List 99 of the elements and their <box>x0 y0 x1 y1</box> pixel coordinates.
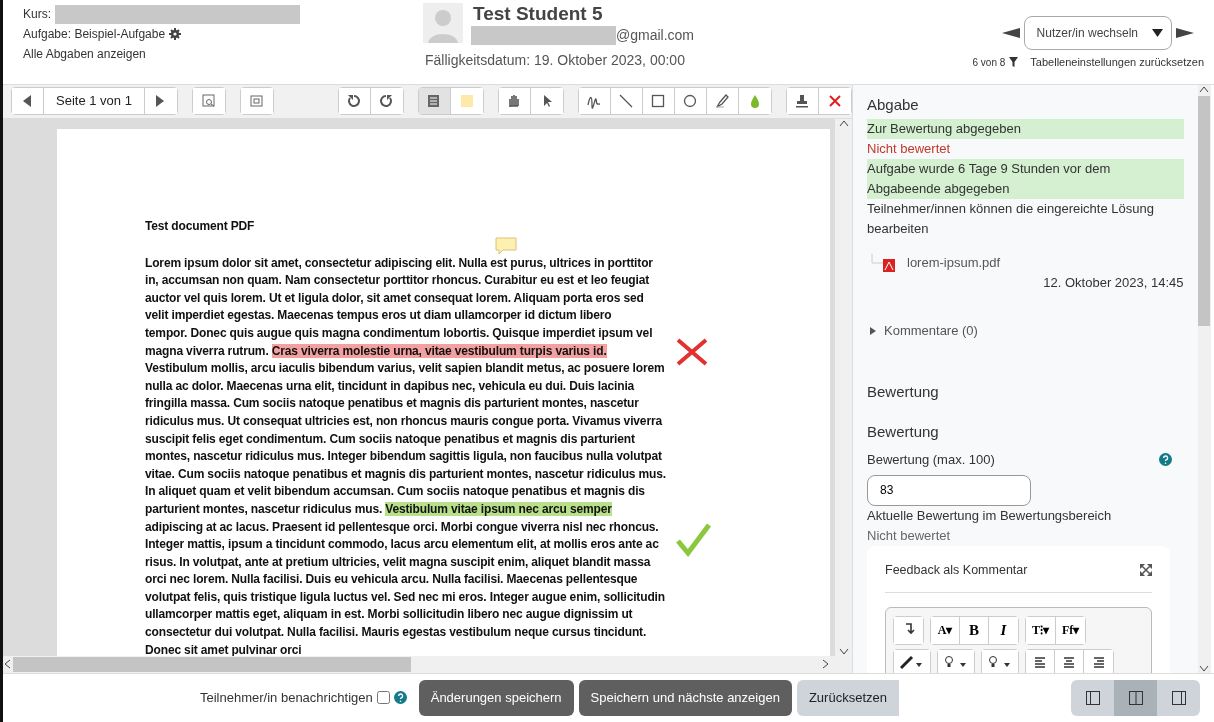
search-page-icon <box>200 93 217 110</box>
next-arrow-icon[interactable] <box>1176 28 1194 38</box>
pen-button[interactable] <box>578 88 611 115</box>
current-grade-value: Nicht bewertet <box>867 526 952 545</box>
save-next-button[interactable]: Speichern und nächste anzeigen <box>578 680 792 716</box>
document-line: montes, nascetur ridiculus mus. Integer bibendum sagittis ligula, non faucibus nulla volutpat <box>145 448 662 466</box>
help-icon[interactable] <box>393 691 407 705</box>
document-line: suscipit felis eget condimentum. Cum sociis natoque penatibus et magnis dis parturient <box>145 430 635 448</box>
section-heading: Bewertung <box>867 381 940 402</box>
reset-link[interactable]: Tabelleneinstellungen zurücksetzen <box>1030 54 1204 71</box>
rectangle-icon <box>650 93 667 110</box>
expand-icon <box>248 93 265 110</box>
due-date: Fälligkeitsdatum: 19. Oktober 2023, 00:00 <box>425 51 686 70</box>
indent-button[interactable] <box>894 616 923 644</box>
cross-mark-icon <box>675 336 709 367</box>
all-submissions-link[interactable]: Alle Abgaben anzeigen <box>23 47 146 61</box>
help-icon[interactable] <box>1158 453 1172 467</box>
document-line: volutpat felis, quis tristique ligula luctus vel. Sed nec mi eros. Integer augue enim, sollicitudin <box>145 588 665 606</box>
scroll-down-icon <box>1199 664 1210 673</box>
document-line: in, accumsan non quam. Nam consectetur porttitor rhoncus. Curabitur eu est et leo feugiat <box>145 272 650 290</box>
layout-button[interactable] <box>1114 679 1157 716</box>
email-text: @gmail.com <box>616 26 694 45</box>
comment-bubble-icon <box>495 236 517 255</box>
previous-arrow-icon[interactable] <box>1001 28 1020 38</box>
document-line: auctor vel quis lorem. Ut et ligula dolor, sit amet consequat lorem. Aliquam porta eros sed <box>145 289 644 307</box>
document-text: parturient montes, nascetur ridiculus mus. <box>145 501 383 516</box>
document-line: adipiscing at ac lacus. Praesent id pellentesque orci. Morbi congue viverra nisl nec rhoncus. <box>145 518 659 536</box>
search-page-button[interactable] <box>192 88 225 115</box>
section-heading: Bewertung <box>867 421 940 442</box>
color-swatch-icon <box>458 93 475 110</box>
document-line: Vestibulum mollis, arcu iaculis bibendum varius, velit sapien blandit metus, ac posuere lorem <box>145 360 665 378</box>
grade-label: Bewertung (max. 100) <box>867 450 995 469</box>
count-text: 6 von 8 <box>972 55 1006 70</box>
current-grade-label: Aktuelle Bewertung im Bewertungsbereich <box>867 506 1113 525</box>
course-label: Kurs: <box>23 6 51 23</box>
right-panel-icon <box>1171 690 1186 705</box>
section-heading: Abgabe <box>867 94 920 115</box>
comments-toggle[interactable]: Kommentare (0) <box>867 320 1184 341</box>
document-line: orci nec lorem. Nulla facilisi. Duis eu vehicula arcu. Nulla facilisi. Maecenas pellentesque <box>145 571 638 589</box>
document-line: ridiculus mus. Ut consequat ultricies est, non rhoncus mauris congue porta. Vivamus viverra <box>145 412 662 430</box>
document-text: magna viverra rutrum. <box>145 343 269 358</box>
status-text: Aufgabe wurde 6 Tage 9 Stunden vor dem Abgabeende abgegeben <box>867 158 1184 199</box>
scroll-up-icon[interactable] <box>1199 84 1210 93</box>
highlighted-text: Vestibulum vitae ipsum nec arcu semper <box>385 501 612 516</box>
highlighted-text: Cras viverra molestie urna, vitae vestibulum turpis varius id. <box>271 343 607 358</box>
student-name: Test Student 5 <box>473 3 604 25</box>
reset-button[interactable]: Zurücksetzen <box>796 680 899 716</box>
document-line: nulla ac dolor. Maecenas urna elit, tincidunt in dapibus nec, vehicula eu dui. Duis lacinia <box>145 377 635 395</box>
gear-icon[interactable] <box>169 28 182 40</box>
document-line: consectetur dui volutpat. Nulla facilisi. Mauris egestas vestibulum neque cursus tincidunt. <box>145 624 647 642</box>
document-line: Lorem ipsum dolor sit amet, consectetur adipiscing elit. Nulla est purus, ultrices in porttitor <box>145 254 653 272</box>
document-line: risus. In volutpat, ante at pretium ultricies, velit magna suscipit enim, aliquet blandit massa <box>145 553 651 571</box>
format-button[interactable]: A▾ <box>931 616 960 644</box>
assignment-name: Aufgabe: Beispiel-Aufgabe <box>23 26 166 43</box>
vertical-scrollbar[interactable] <box>835 118 852 656</box>
stamp-icon <box>794 93 811 110</box>
format-button[interactable]: T⁝▾ <box>1026 616 1056 644</box>
document-line: Integer mattis, ipsum a tincidunt commodo, lacus arcu elementum elit, at mollis eros ante ac <box>145 536 659 554</box>
brush-icon <box>900 655 924 672</box>
tick-mark-icon <box>675 522 711 557</box>
filter-icon[interactable] <box>1009 57 1019 68</box>
status-text: Teilnehmer/innen können die eingereichte Lösung bearbeiten <box>867 199 1155 238</box>
circle-icon <box>682 93 699 110</box>
grade-input[interactable]: 83 <box>867 474 1031 506</box>
scroll-up-icon[interactable] <box>838 118 849 127</box>
document-title: Test document PDF <box>145 217 256 235</box>
split-panel-icon <box>1128 690 1143 705</box>
panel-scrollbar[interactable] <box>1197 84 1211 673</box>
previous-page-button[interactable] <box>12 88 44 115</box>
status-text: Zur Bewertung abgegeben <box>867 118 1184 139</box>
stamp-button[interactable] <box>786 88 819 115</box>
rotate-right-icon <box>378 93 395 110</box>
align-left-button[interactable] <box>1026 649 1055 673</box>
left-panel-icon <box>1085 690 1100 705</box>
scroll-right-icon[interactable] <box>822 659 830 670</box>
notify-checkbox[interactable] <box>376 691 390 705</box>
status-text: Nicht bewertet <box>867 139 952 158</box>
file-date: 12. Oktober 2023, 14:45 <box>1042 273 1184 292</box>
document-line: fringilla massa. Cum sociis natoque penatibus et magnis dis parturient montes, nascetur <box>145 395 639 413</box>
fullscreen-icon[interactable] <box>1139 563 1152 576</box>
document-line: In aliquet quam et velit bibendum accumsan. Cum sociis natoque penatibus et magnis dis <box>145 483 645 501</box>
feedback-title: Feedback als Kommentar <box>885 561 1028 579</box>
user-select[interactable]: Nutzer/in wechseln <box>1023 16 1172 50</box>
document-line: ullamcorper mattis eget, aliquam in est. Morbi sollicitudin libero nec augue dignissim ut <box>145 606 633 624</box>
avatar-icon <box>423 3 463 43</box>
document-line: vitae. Cum sociis natoque penatibus et magnis dis parturient montes, nascetur ridiculus mus. <box>145 465 666 483</box>
caret-icon <box>1152 29 1163 37</box>
line-icon <box>618 93 635 110</box>
file-link[interactable]: lorem-ipsum.pdf <box>907 252 1001 273</box>
document-line: velit imperdiet egestas. Maecenas tempus eros ut diam ullamcorper id dictum libero <box>145 307 612 325</box>
scroll-down-icon <box>838 647 849 656</box>
rotate-left-button[interactable] <box>338 88 371 115</box>
notify-label[interactable]: Teilnehmer/in benachrichtigen <box>200 688 373 708</box>
scroll-left-icon[interactable] <box>3 659 11 670</box>
rotate-left-icon <box>346 93 363 110</box>
document-line: Donec sit amet pulvinar orci <box>145 641 302 656</box>
save-button[interactable]: Änderungen speichern <box>418 680 574 716</box>
document-line: tempor. Donec quis augue quis magna condimentum lobortis. Quisque imperdiet ipsum vel <box>145 325 653 342</box>
note-button[interactable] <box>418 88 451 115</box>
